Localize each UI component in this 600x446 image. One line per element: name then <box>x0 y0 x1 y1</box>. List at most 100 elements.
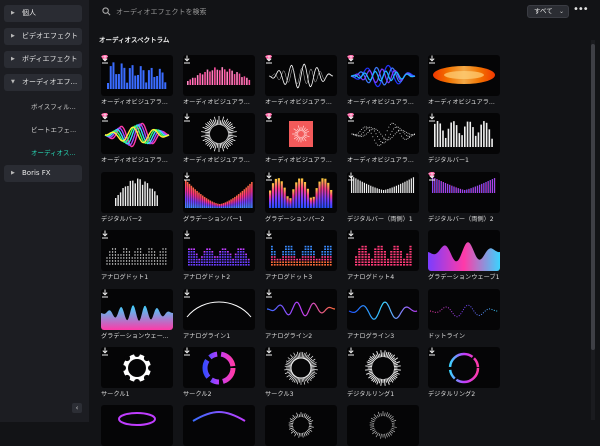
download-icon[interactable] <box>183 347 191 356</box>
download-icon[interactable] <box>265 113 273 122</box>
effect-label: オーディオビジュアラ... <box>101 97 181 106</box>
effect-preview-graphic <box>265 113 337 154</box>
effect-preview-graphic <box>347 405 419 446</box>
sidebar-item-video-effects[interactable]: ▶ビデオエフェクト <box>4 28 82 45</box>
effect-label: サークル3 <box>265 389 345 398</box>
effect-thumbnail[interactable] <box>428 289 500 330</box>
effect-thumbnail[interactable] <box>347 113 419 154</box>
effect-thumbnail[interactable] <box>428 172 500 213</box>
main-panel: すべて⌄ ••• オーディオスペクトラム オーディオビジュアラ...オーディオビ… <box>89 0 600 422</box>
download-icon[interactable] <box>183 172 191 181</box>
effect-thumbnail[interactable] <box>347 230 419 271</box>
effect-thumbnail[interactable] <box>265 405 337 446</box>
effect-thumbnail[interactable] <box>101 230 173 271</box>
effect-thumbnail[interactable] <box>101 289 173 330</box>
effect-thumbnail[interactable] <box>347 289 419 330</box>
effect-thumbnail[interactable] <box>265 172 337 213</box>
sidebar-item-label: ボディエフェクト <box>22 55 78 63</box>
effect-thumbnail[interactable] <box>101 55 173 96</box>
download-icon[interactable] <box>347 113 355 122</box>
effect-thumbnail[interactable] <box>183 347 255 388</box>
effect-thumbnail[interactable] <box>183 230 255 271</box>
effect-thumbnail[interactable] <box>347 55 419 96</box>
effect-thumbnail[interactable] <box>101 405 173 446</box>
effect-preview-graphic <box>183 405 255 446</box>
effect-preview-graphic <box>428 113 500 154</box>
scrollbar-thumb[interactable] <box>591 44 595 350</box>
effect-thumbnail[interactable] <box>183 113 255 154</box>
download-icon[interactable] <box>347 230 355 239</box>
effect-thumbnail[interactable] <box>183 405 255 446</box>
effect-thumbnail[interactable] <box>428 230 500 271</box>
effect-thumbnail[interactable] <box>265 230 337 271</box>
download-icon[interactable] <box>101 289 109 298</box>
download-icon[interactable] <box>428 347 436 356</box>
sidebar-item-body-effects[interactable]: ▶ ボディエフェクト <box>4 51 82 68</box>
more-options-button[interactable]: ••• <box>573 4 587 18</box>
effect-label: アナログドット1 <box>101 272 181 281</box>
download-icon[interactable] <box>347 55 355 64</box>
download-icon[interactable] <box>428 113 436 122</box>
download-icon[interactable] <box>101 113 109 122</box>
download-icon[interactable] <box>265 289 273 298</box>
effect-thumbnail[interactable] <box>265 289 337 330</box>
download-icon[interactable] <box>347 347 355 356</box>
effect-thumbnail[interactable] <box>183 172 255 213</box>
download-icon[interactable] <box>101 55 109 64</box>
chevron-right-icon: ▶ <box>11 51 15 68</box>
chevron-right-icon: ▶ <box>11 5 15 22</box>
download-icon[interactable] <box>183 55 191 64</box>
download-icon[interactable] <box>428 172 436 181</box>
download-icon[interactable] <box>183 230 191 239</box>
effect-thumbnail[interactable] <box>428 55 500 96</box>
search-icon <box>102 7 111 16</box>
effect-thumbnail[interactable] <box>183 55 255 96</box>
effect-preview-graphic <box>347 113 419 154</box>
effect-preview-graphic <box>101 230 173 271</box>
download-icon[interactable] <box>183 113 191 122</box>
effect-label: アナログドット4 <box>347 272 427 281</box>
effect-thumbnail[interactable] <box>101 172 173 213</box>
sidebar-item-audio-effects[interactable]: ▼オーディオエフ... <box>4 74 82 91</box>
effect-label: アナログドット2 <box>183 272 263 281</box>
download-icon[interactable] <box>265 172 273 181</box>
effect-thumbnail[interactable] <box>101 113 173 154</box>
effect-preview-graphic <box>101 289 173 330</box>
effect-thumbnail[interactable] <box>347 405 419 446</box>
download-icon[interactable] <box>347 289 355 298</box>
effect-label: アナログライン1 <box>183 331 263 340</box>
sidebar-subitem-voice-filter[interactable]: ボイスフィル... <box>31 101 76 111</box>
effect-thumbnail[interactable] <box>347 172 419 213</box>
download-icon[interactable] <box>347 172 355 181</box>
effect-preview-graphic <box>101 172 173 213</box>
sidebar-item-personal[interactable]: ▶個人 <box>4 5 82 22</box>
effect-preview-graphic <box>347 289 419 330</box>
effect-label: デジタルリング2 <box>428 389 508 398</box>
effect-thumbnail[interactable] <box>428 113 500 154</box>
download-icon[interactable] <box>101 347 109 356</box>
effect-thumbnail[interactable] <box>428 347 500 388</box>
effect-thumbnail[interactable] <box>265 347 337 388</box>
effect-preview-graphic <box>183 230 255 271</box>
sidebar-subitem-audio-spectrum[interactable]: オーディオス... <box>31 147 76 157</box>
download-icon[interactable] <box>428 55 436 64</box>
effect-thumbnail[interactable] <box>265 113 337 154</box>
effect-thumbnail[interactable] <box>101 347 173 388</box>
download-icon[interactable] <box>265 347 273 356</box>
effect-thumbnail[interactable] <box>183 289 255 330</box>
filter-dropdown[interactable]: すべて⌄ <box>527 5 569 18</box>
collapse-sidebar-button[interactable]: ‹ <box>72 403 82 413</box>
sidebar-item-boris-fx[interactable]: ▶Boris FX <box>4 165 82 182</box>
download-icon[interactable] <box>265 230 273 239</box>
effect-thumbnail[interactable] <box>347 347 419 388</box>
sidebar-subitem-beat-effects[interactable]: ビートエフェ... <box>31 124 76 134</box>
download-icon[interactable] <box>183 289 191 298</box>
effect-label: オーディオビジュアラ... <box>347 155 427 164</box>
sidebar-item-label: オーディオエフ... <box>22 78 77 86</box>
effect-thumbnail[interactable] <box>265 55 337 96</box>
filter-dropdown-value: すべて <box>534 7 553 15</box>
effect-preview-graphic <box>101 405 173 446</box>
download-icon[interactable] <box>265 55 273 64</box>
search-input[interactable] <box>116 5 336 19</box>
download-icon[interactable] <box>101 230 109 239</box>
